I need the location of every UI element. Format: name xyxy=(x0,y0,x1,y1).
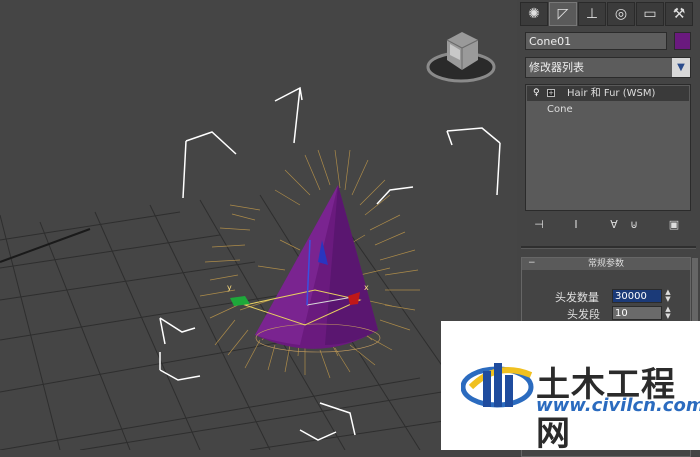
rollout-header[interactable]: − 常规参数 xyxy=(522,258,690,270)
stack-toolbar: ⊣ Ⅰ ∀ ⊍ ▣ xyxy=(525,216,691,236)
lightbulb-icon[interactable]: ♀ xyxy=(533,88,541,98)
motion-tab[interactable]: ◎ xyxy=(607,2,635,26)
watermark: 土木工程网 www.civilcn.com xyxy=(441,321,700,454)
perspective-viewport[interactable]: x y xyxy=(0,0,517,450)
modifier-list-dropdown[interactable]: 修改器列表 ▼ xyxy=(525,57,691,78)
stack-item-label: Hair 和 Fur (WSM) xyxy=(567,88,656,99)
create-icon: ✺ xyxy=(528,6,540,22)
expand-icon[interactable]: + xyxy=(547,89,555,97)
hair-count-label: 头发数量 xyxy=(555,291,599,304)
chevron-down-icon[interactable]: ▼ xyxy=(672,58,690,77)
motion-icon: ◎ xyxy=(614,6,628,22)
viewcube[interactable] xyxy=(426,32,496,83)
modify-icon: ◸ xyxy=(557,6,569,22)
scene-canvas[interactable]: x y xyxy=(0,0,517,450)
remove-modifier-icon[interactable]: ⊍ xyxy=(625,216,643,234)
object-name-field[interactable]: Cone01 xyxy=(525,32,667,50)
hair-count-spinner[interactable]: ▲ ▼ xyxy=(664,289,672,303)
hair-segments-input[interactable]: 10 xyxy=(612,306,662,320)
home-grid xyxy=(0,194,517,450)
y-axis-label: y xyxy=(227,283,232,292)
make-unique-icon[interactable]: ∀ xyxy=(605,216,623,234)
modify-tab[interactable]: ◸ xyxy=(549,2,577,26)
utilities-tab[interactable]: ⚒ xyxy=(665,2,693,26)
utilities-icon: ⚒ xyxy=(672,6,686,22)
object-color-swatch[interactable] xyxy=(674,32,691,50)
hierarchy-tab[interactable]: ⊥ xyxy=(578,2,606,26)
stack-item-cone[interactable]: Cone xyxy=(527,102,689,117)
hair-count-input[interactable]: 30000 xyxy=(612,289,662,303)
modifier-list-label: 修改器列表 xyxy=(529,61,584,74)
hair-segments-label: 头发段 xyxy=(567,308,600,321)
stack-item-label: Cone xyxy=(547,104,573,115)
display-icon: ▭ xyxy=(643,6,657,22)
hair-segments-spinner[interactable]: ▲ ▼ xyxy=(664,306,672,320)
collapse-icon[interactable]: − xyxy=(528,258,536,269)
watermark-logo xyxy=(461,363,534,408)
configure-sets-icon[interactable]: ▣ xyxy=(665,216,683,234)
stack-item-hair-fur[interactable]: ♀ + Hair 和 Fur (WSM) xyxy=(527,86,689,101)
pin-stack-icon[interactable]: ⊣ xyxy=(530,216,548,234)
x-axis-label: x xyxy=(364,283,369,292)
create-tab[interactable]: ✺ xyxy=(520,2,548,26)
rollout-title: 常规参数 xyxy=(587,259,624,269)
hierarchy-icon: ⊥ xyxy=(585,6,599,22)
display-tab[interactable]: ▭ xyxy=(636,2,664,26)
modifier-stack[interactable]: ♀ + Hair 和 Fur (WSM) Cone xyxy=(525,84,691,211)
divider xyxy=(521,246,696,249)
watermark-url: www.civilcn.com xyxy=(536,395,700,416)
show-end-result-icon[interactable]: Ⅰ xyxy=(567,216,585,234)
